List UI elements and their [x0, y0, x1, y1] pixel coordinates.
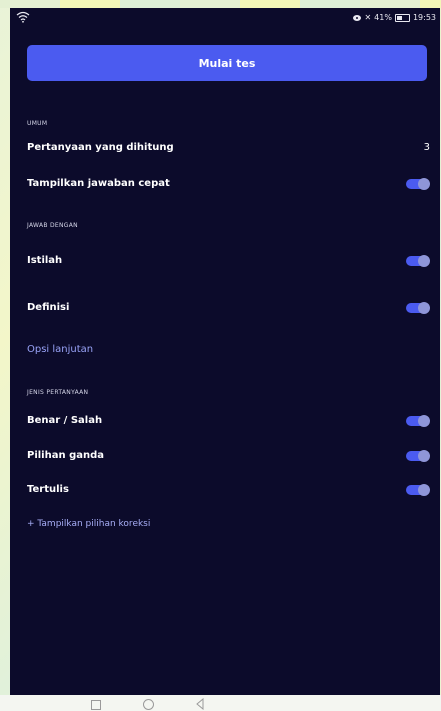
home-icon[interactable] — [143, 699, 154, 710]
toggle-knob — [418, 302, 430, 314]
section-answer-with-heading: JAWAB DENGAN — [27, 222, 78, 229]
term-label: Istilah — [27, 255, 63, 266]
toggle-knob — [418, 484, 430, 496]
written-label: Tertulis — [27, 484, 69, 495]
toggle-knob — [418, 178, 430, 190]
start-test-button[interactable]: Mulai tes — [27, 45, 427, 81]
section-question-types-heading: JENIS PERTANYAAN — [27, 389, 89, 396]
recent-apps-icon[interactable] — [91, 700, 101, 710]
eye-icon — [353, 14, 362, 21]
toggle-knob — [418, 450, 430, 462]
term-toggle[interactable] — [406, 255, 430, 267]
battery-icon — [394, 13, 410, 22]
wifi-icon — [16, 11, 30, 23]
definition-label: Definisi — [27, 302, 70, 313]
toggle-knob — [418, 255, 430, 267]
section-general-heading: UMUM — [27, 120, 48, 127]
quick-answers-label: Tampilkan jawaban cepat — [27, 178, 170, 189]
written-toggle[interactable] — [406, 484, 430, 496]
mute-icon: ✕ — [364, 13, 372, 22]
android-nav-bar — [0, 695, 441, 711]
true-false-toggle[interactable] — [406, 415, 430, 427]
question-count-value[interactable]: 3 — [424, 142, 430, 153]
toggle-knob — [418, 415, 430, 427]
back-icon[interactable] — [194, 698, 206, 710]
background-strip — [0, 0, 441, 8]
advanced-options-link[interactable]: Opsi lanjutan — [27, 344, 93, 355]
show-correction-options-link[interactable]: + Tampilkan pilihan koreksi — [27, 519, 150, 529]
multiple-choice-label: Pilihan ganda — [27, 450, 105, 461]
true-false-label: Benar / Salah — [27, 415, 103, 426]
multiple-choice-toggle[interactable] — [406, 450, 430, 462]
phone-screen: ✕ 41% 19:53 Mulai tes UMUM Pertanyaan ya… — [10, 8, 440, 695]
quick-answers-toggle[interactable] — [406, 178, 430, 190]
status-right: ✕ 41% 19:53 — [353, 13, 436, 22]
question-count-label: Pertanyaan yang dihitung — [27, 142, 174, 153]
battery-percent: 41% — [374, 13, 392, 22]
definition-toggle[interactable] — [406, 302, 430, 314]
status-bar: ✕ 41% 19:53 — [10, 8, 440, 28]
clock: 19:53 — [412, 13, 436, 22]
